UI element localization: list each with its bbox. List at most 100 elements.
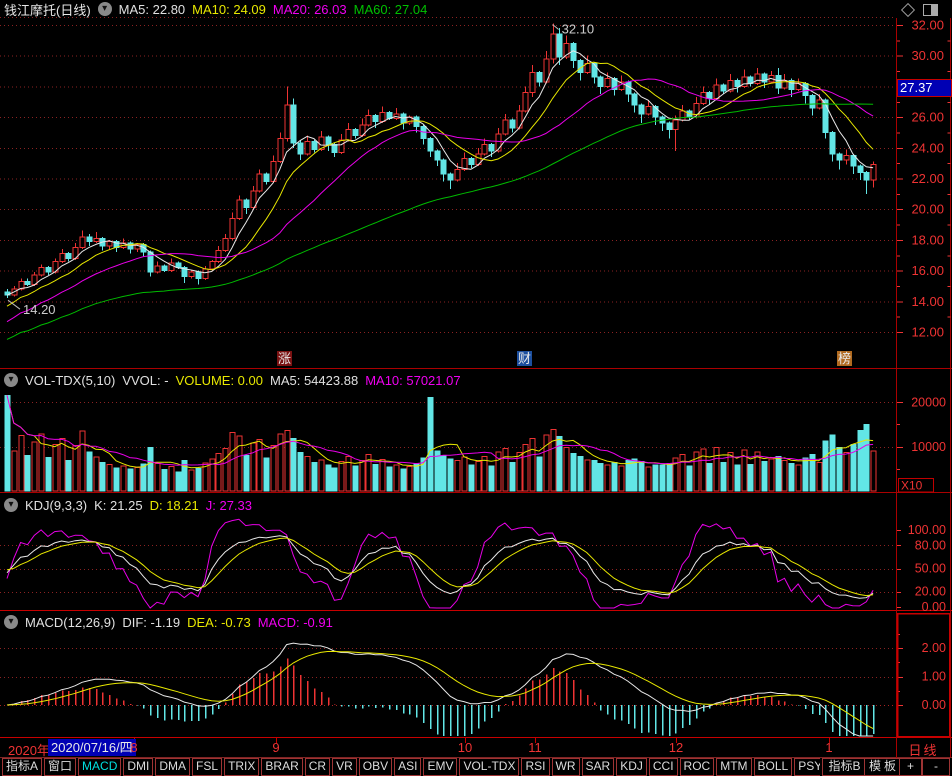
toolbar-button-window[interactable]: 窗口 [44,758,76,776]
kdj-pane [7,519,873,608]
svg-text:80.00: 80.00 [915,538,946,552]
timeline-bar: 2020年 2020/07/16/四 891011121 日线 [0,739,952,757]
svg-text:100.00: 100.00 [908,523,946,537]
svg-text:10000: 10000 [911,440,946,454]
timeline-month-label: 11 [528,740,542,755]
svg-text:18.00: 18.00 [911,232,944,247]
toolbar-button-vr[interactable]: VR [332,758,357,776]
svg-text:30.00: 30.00 [911,48,944,63]
svg-text:1.00: 1.00 [922,670,946,684]
timeline-month-label: 9 [272,740,279,755]
kdj-d-value: D: 18.21 [150,498,199,513]
toolbar-button-cci[interactable]: CCI [649,758,678,776]
toolbar-button-template[interactable]: 模板 [864,758,904,776]
svg-text:24.00: 24.00 [911,140,944,155]
grid-layer [0,18,896,706]
toolbar-button-emv[interactable]: EMV [423,758,457,776]
vol-indicator-name: VOL-TDX(5,10) [25,373,115,388]
macd-value: MACD: -0.91 [258,615,333,630]
svg-text:0.00: 0.00 [922,698,946,712]
collapse-kdj-icon[interactable]: ▾ [4,498,18,512]
kdj-j-value: J: 27.33 [206,498,252,513]
collapse-volume-icon[interactable]: ▾ [4,373,18,387]
macd-indicator-name: MACD(12,26,9) [25,615,115,630]
macd-dea-value: DEA: -0.73 [187,615,251,630]
kdj-pane-header: ▾ KDJ(9,3,3) K: 21.25 D: 18.21 J: 27.33 [4,496,252,514]
zoom-out-button[interactable]: - [922,758,950,776]
volume-pane [5,395,876,491]
svg-text:32.10: 32.10 [562,21,595,36]
svg-text:20.00: 20.00 [915,585,946,599]
toolbar-button-psy[interactable]: PSY [794,758,820,776]
split-window-icon[interactable] [923,4,938,16]
toolbar-button-sar[interactable]: SAR [582,758,615,776]
toolbar-button-fsl[interactable]: FSL [192,758,222,776]
toolbar-button-brar[interactable]: BRAR [261,758,302,776]
toolbar-button-macd[interactable]: MACD [78,758,121,776]
stock-chart-window: 32.0030.0028.0026.0024.0022.0020.0018.00… [0,0,952,776]
ma20-value: MA20: 26.03 [273,2,347,17]
zoom-in-button[interactable]: + [899,758,922,776]
ma5-value: MA5: 22.80 [119,2,186,17]
toolbar-button-boll[interactable]: BOLL [754,758,793,776]
vvol-value: VVOL: - [122,373,168,388]
main-price-pane [5,23,876,298]
toolbar-button-roc[interactable]: ROC [680,758,715,776]
toolbar-button-indicator-a[interactable]: 指标A [2,758,42,776]
timeline-date-box: 2020/07/16/四 [48,739,136,756]
svg-text:14.00: 14.00 [911,294,944,309]
timeline-year: 2020年 [8,740,50,759]
timeline-month-label: 8 [130,740,137,755]
svg-text:22.00: 22.00 [911,171,944,186]
macd-pane-header: ▾ MACD(12,26,9) DIF: -1.19 DEA: -0.73 MA… [4,613,333,631]
price-annotations: 32.10 14.20 [8,21,594,317]
volume-value: VOLUME: 0.00 [176,373,263,388]
toolbar-button-wr[interactable]: WR [552,758,580,776]
axis-labels: 32.0030.0028.0026.0024.0022.0020.0018.00… [899,18,947,713]
svg-text:20000: 20000 [911,396,946,410]
svg-text:12.00: 12.00 [911,325,944,340]
toolbar-button-asi[interactable]: ASI [394,758,421,776]
svg-text:X10: X10 [901,479,923,493]
watermark-badge: 榜 [837,351,852,366]
toolbar-button-mtm[interactable]: MTM [716,758,751,776]
toolbar-button-vol-tdx[interactable]: VOL-TDX [459,758,519,776]
indicator-toolbar: 指标A窗口MACDDMIDMAFSLTRIXBRARCRVROBVASIEMVV… [2,758,820,776]
toolbar-button-cr[interactable]: CR [305,758,330,776]
macd-lines [7,643,873,736]
frame-layer [0,18,952,776]
watermark-badge: 财 [517,351,532,366]
macd-dif-value: DIF: -1.19 [122,615,180,630]
svg-text:14.20: 14.20 [23,302,56,317]
last-price-tag: 27.37 [897,79,952,97]
watermark-badge: 涨 [277,351,292,366]
symbol-title: 钱江摩托(日线) [4,0,91,19]
svg-text:16.00: 16.00 [911,263,944,278]
toolbar-button-rsi[interactable]: RSI [521,758,549,776]
svg-text:32.00: 32.00 [911,18,944,33]
price-ma-lines [7,51,873,340]
kdj-k-value: K: 21.25 [94,498,142,513]
collapse-main-icon[interactable]: ▾ [98,2,112,16]
toolbar-button-dmi[interactable]: DMI [123,758,153,776]
kdj-indicator-name: KDJ(9,3,3) [25,498,87,513]
toolbar-button-dma[interactable]: DMA [155,758,190,776]
timeline-month-label: 10 [458,740,472,755]
toolbar-button-kdj[interactable]: KDJ [616,758,647,776]
svg-text:0.00: 0.00 [922,600,946,614]
vol-ma10-value: MA10: 57021.07 [365,373,460,388]
toolbar-button-indicator-b[interactable]: 指标B [822,758,867,776]
period-label: 日线 [897,740,950,759]
toolbar-button-trix[interactable]: TRIX [224,758,259,776]
timeline-month-label: 1 [825,740,832,755]
vol-ma5-value: MA5: 54423.88 [270,373,358,388]
volume-pane-header: ▾ VOL-TDX(5,10) VVOL: - VOLUME: 0.00 MA5… [4,371,461,389]
svg-text:50.00: 50.00 [915,562,946,576]
svg-text:2.00: 2.00 [922,641,946,655]
svg-text:26.00: 26.00 [911,110,944,125]
ma60-value: MA60: 27.04 [354,2,428,17]
collapse-macd-icon[interactable]: ▾ [4,615,18,629]
toolbar-button-obv[interactable]: OBV [359,758,392,776]
main-chart-header: 钱江摩托(日线) ▾ MA5: 22.80 MA10: 24.09 MA20: … [4,0,427,18]
ma10-value: MA10: 24.09 [192,2,266,17]
